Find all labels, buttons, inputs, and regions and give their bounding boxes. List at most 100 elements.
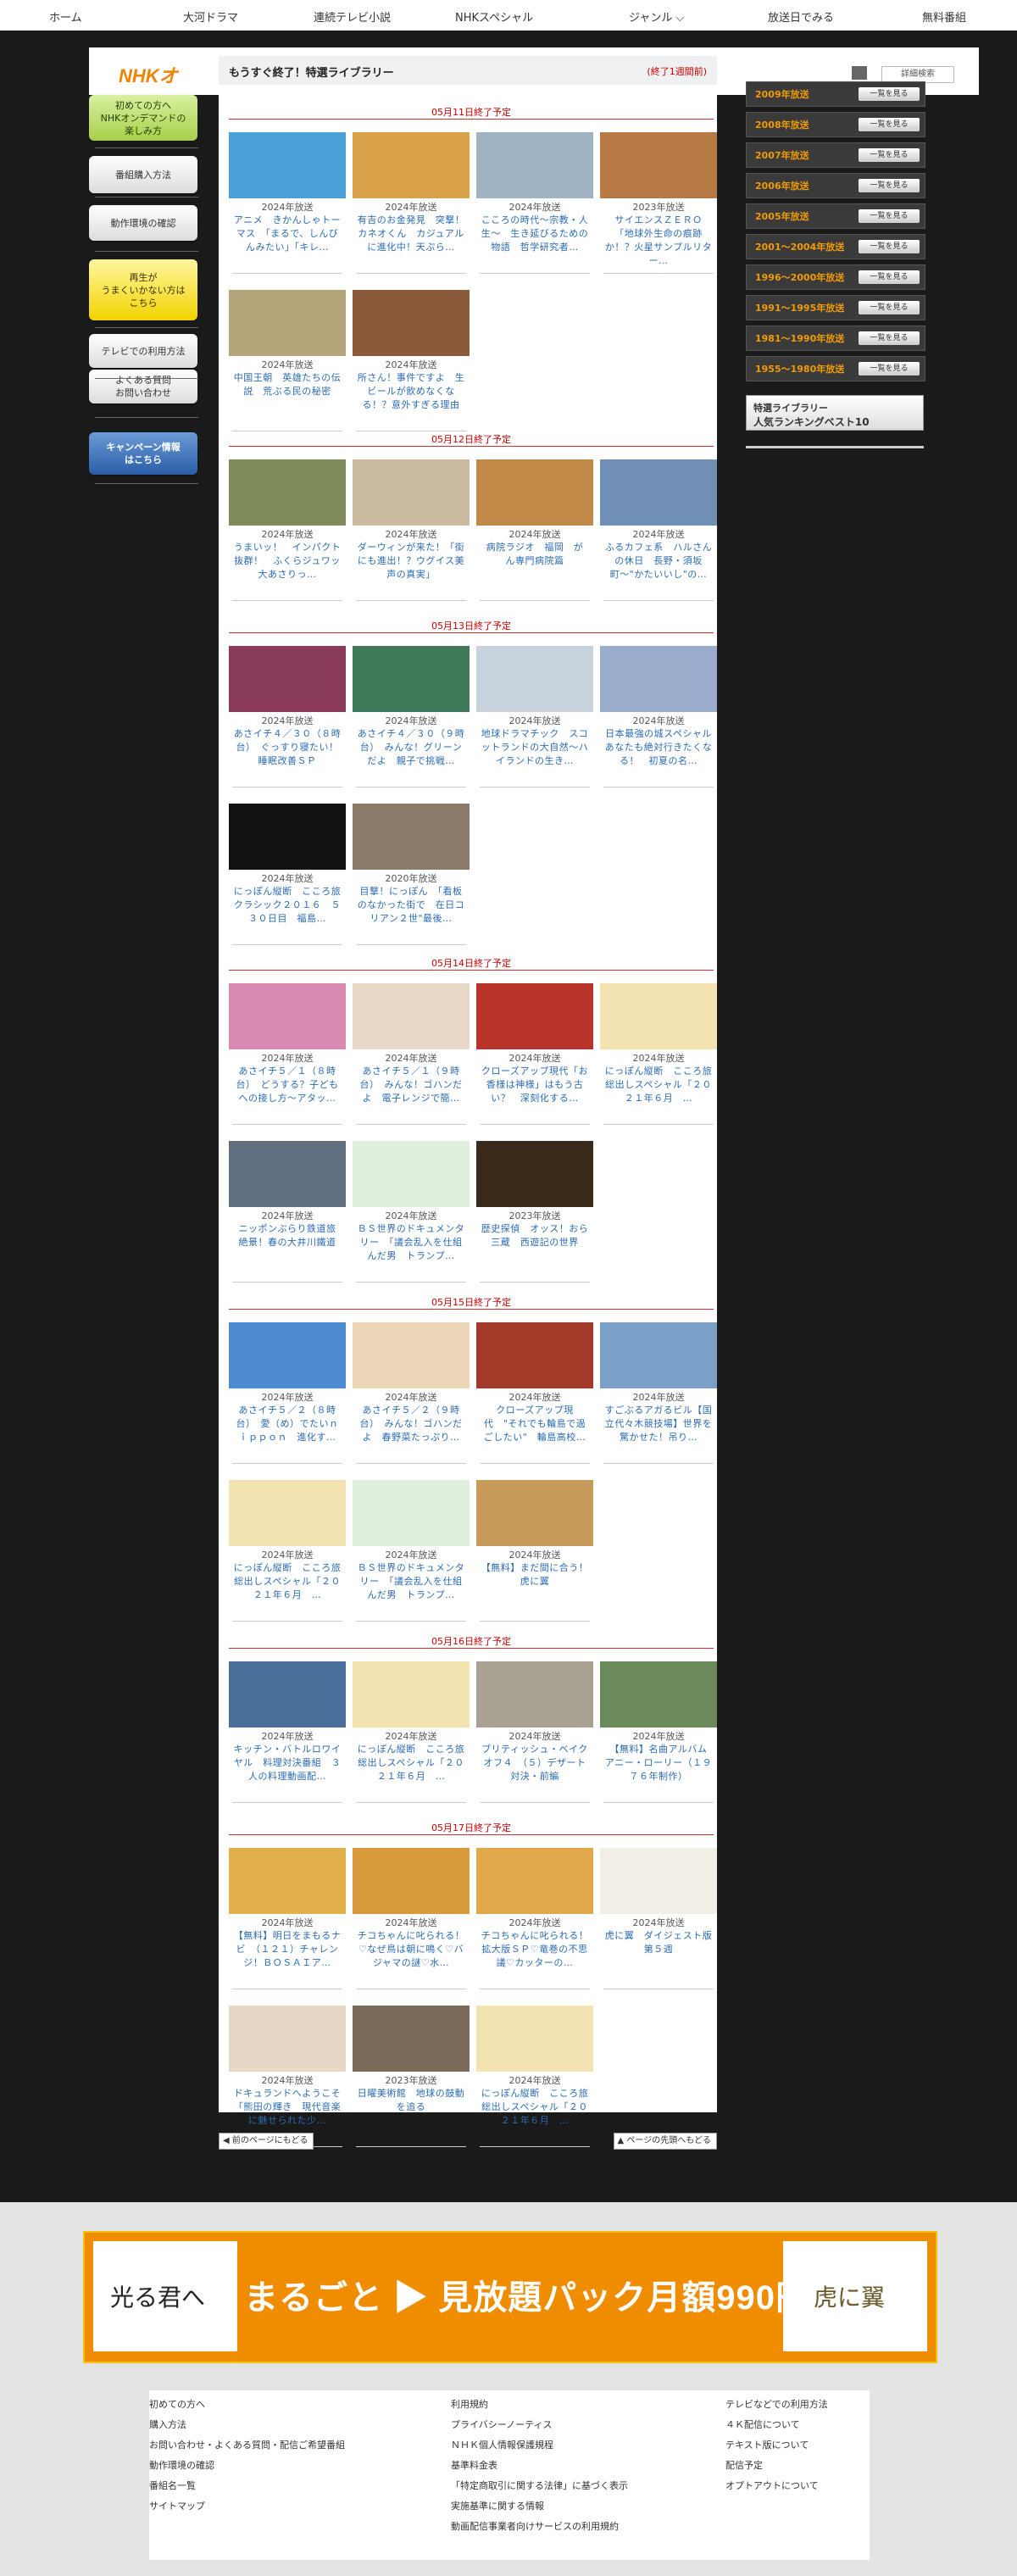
program-title-link[interactable]: ブリティッシュ・ベイクオフ４ （５）デザート対決・前編: [480, 1743, 590, 1783]
footer-link[interactable]: ＮＨＫ個人情報保護規程: [451, 2438, 553, 2451]
program-title-link[interactable]: すごぶるアガるビル【国立代々木競技場】世界を驚かせた！吊り…: [603, 1404, 714, 1444]
program-title-link[interactable]: チコちゃんに叱られる！ 拡大版ＳＰ♡竜巻の不思議♡カッターの…: [480, 1929, 598, 1970]
footer-link[interactable]: プライバシーノーティス: [451, 2417, 552, 2431]
nav-taiga[interactable]: 大河ドラマ: [183, 8, 238, 25]
program-thumbnail[interactable]: [229, 804, 346, 870]
program-title-link[interactable]: あさイチ４／３０（９時台） みんな！グリーンだよ 親子で挑戦…: [356, 727, 466, 768]
program-thumbnail[interactable]: [476, 646, 593, 712]
year-label[interactable]: 2007年放送: [755, 148, 809, 162]
program-title-link[interactable]: 日本最強の城スペシャル あなたも絶対行きたくなる！ 初夏の名…: [603, 727, 721, 768]
nav-free[interactable]: 無料番組: [922, 8, 966, 25]
year-label[interactable]: 2008年放送: [755, 118, 809, 131]
program-thumbnail[interactable]: [229, 132, 346, 198]
program-title-link[interactable]: あさイチ５／２（９時台） みんな！ゴハンだよ 春野菜たっぷり…: [356, 1404, 466, 1444]
program-thumbnail[interactable]: [229, 1661, 346, 1728]
program-thumbnail[interactable]: [600, 983, 717, 1049]
program-thumbnail[interactable]: [476, 1322, 593, 1388]
program-title-link[interactable]: クローズアップ現代「お香様は神様」はもう古い？ 深刻化する…: [480, 1065, 590, 1105]
program-thumbnail[interactable]: [229, 1141, 346, 1207]
program-thumbnail[interactable]: [229, 2006, 346, 2072]
program-thumbnail[interactable]: [353, 1661, 470, 1728]
nav-genre[interactable]: ジャンル ⌵: [629, 8, 684, 25]
program-title-link[interactable]: 【無料】名曲アルバム アニー・ローリー（１９７６年制作）: [603, 1743, 717, 1783]
footer-link[interactable]: テキスト版について: [725, 2438, 809, 2451]
program-thumbnail[interactable]: [229, 1480, 346, 1546]
program-thumbnail[interactable]: [476, 459, 593, 526]
program-title-link[interactable]: ふるカフェ系 ハルさんの休日 長野・須坂町〜"かたいいし"の…: [603, 541, 714, 581]
program-thumbnail[interactable]: [600, 1322, 717, 1388]
program-title-link[interactable]: 所さん！事件ですよ 生ビールが飲めなくなる！？意外すぎる理由: [356, 371, 466, 412]
program-thumbnail[interactable]: [353, 646, 470, 712]
footer-link[interactable]: 基準料金表: [451, 2458, 497, 2472]
view-list-button[interactable]: 一覧を見る: [859, 87, 920, 101]
program-title-link[interactable]: あさイチ５／１（８時台） どうする？子どもへの接し方〜アタッ…: [232, 1065, 342, 1105]
program-title-link[interactable]: チコちゃんに叱られる！ ♡なぜ鳥は朝に鳴く♡バジャマの謎♡水…: [356, 1929, 475, 1970]
nhk-logo[interactable]: NHKオ: [119, 61, 178, 88]
faq-button[interactable]: よくある質問 お問い合わせ: [89, 370, 197, 403]
ranking-banner[interactable]: 特選ライブラリー 人気ランキングベスト10: [746, 395, 924, 431]
footer-link[interactable]: サイトマップ: [149, 2499, 205, 2512]
program-title-link[interactable]: 地球ドラマチック スコットランドの大自然〜ハイランドの生き…: [480, 727, 590, 768]
program-title-link[interactable]: ＢＳ世界のドキュメンタリー 「議会乱入を仕組んだ男 トランプ…: [356, 1561, 466, 1602]
program-title-link[interactable]: ＢＳ世界のドキュメンタリー 「議会乱入を仕組んだ男 トランプ…: [356, 1222, 466, 1263]
view-list-button[interactable]: 一覧を見る: [859, 362, 920, 376]
footer-link[interactable]: お問い合わせ・よくある質問・配信ご希望番組: [149, 2438, 345, 2451]
view-list-button[interactable]: 一覧を見る: [859, 209, 920, 223]
footer-link[interactable]: ４Ｋ配信について: [725, 2417, 800, 2431]
tv-usage-button[interactable]: テレビでの利用方法: [89, 334, 197, 368]
program-thumbnail[interactable]: [353, 1322, 470, 1388]
program-thumbnail[interactable]: [600, 459, 717, 526]
program-title-link[interactable]: にっぽん縦断 こころ旅 総出しスペシャル「２０２１年６月 …: [603, 1065, 722, 1105]
program-title-link[interactable]: クローズアップ現代 "それでも輪島で過ごしたい" 輪島高校…: [480, 1404, 590, 1444]
program-thumbnail[interactable]: [476, 983, 593, 1049]
program-title-link[interactable]: 病院ラジオ 福岡 が ん専門病院篇: [480, 541, 593, 568]
program-thumbnail[interactable]: [353, 1480, 470, 1546]
view-list-button[interactable]: 一覧を見る: [859, 240, 920, 253]
program-title-link[interactable]: ドキュランドへようこそ 「熊田の輝き 現代音楽に魅せられた少…: [232, 2087, 351, 2128]
program-thumbnail[interactable]: [476, 2006, 593, 2072]
program-title-link[interactable]: 【無料】明日をまもるナビ （１２１）チャレンジ！ＢＯＳＡＩア…: [232, 1929, 342, 1970]
program-thumbnail[interactable]: [229, 459, 346, 526]
program-title-link[interactable]: にっぽん縦断 こころ旅 総出しスペシャル「２０２１年６月 …: [232, 1561, 351, 1602]
footer-link[interactable]: 番組名一覧: [149, 2479, 196, 2492]
program-title-link[interactable]: にっぽん縦断 こころ旅 総出しスペシャル「２０２１年６月 …: [480, 2087, 598, 2128]
program-title-link[interactable]: キッチン・バトルロワイヤル 料理対決番組 ３人の料理動画配…: [232, 1743, 342, 1783]
program-title-link[interactable]: こころの時代〜宗教・人生〜 生き延びるための物語 哲学研究者…: [480, 214, 590, 254]
program-thumbnail[interactable]: [476, 1480, 593, 1546]
program-thumbnail[interactable]: [229, 646, 346, 712]
program-title-link[interactable]: あさイチ５／１（９時台） みんな！ゴハンだよ 電子レンジで簡…: [356, 1065, 466, 1105]
nav-home[interactable]: ホーム: [49, 8, 82, 25]
footer-link[interactable]: 利用規約: [451, 2397, 488, 2411]
prev-page-button[interactable]: ◀ 前のページにもどる: [219, 2133, 314, 2150]
program-title-link[interactable]: アニメ きかんしゃトーマス 「まるで、しんびんみたい」「キレ…: [232, 214, 342, 254]
view-list-button[interactable]: 一覧を見る: [859, 270, 920, 284]
program-thumbnail[interactable]: [229, 983, 346, 1049]
program-thumbnail[interactable]: [600, 1661, 717, 1728]
program-title-link[interactable]: あさイチ４／３０（８時台） ぐっすり寝たい！睡眠改善ＳＰ: [232, 727, 342, 768]
nav-by-date[interactable]: 放送日でみる: [768, 8, 834, 25]
footer-link[interactable]: 動画配信事業者向けサービスの利用規約: [451, 2519, 619, 2533]
detail-search-button[interactable]: 詳細検索: [881, 66, 954, 83]
footer-link[interactable]: 配信予定: [725, 2458, 763, 2472]
program-title-link[interactable]: 日曜美術館 地球の鼓動を追る: [356, 2087, 466, 2114]
program-thumbnail[interactable]: [476, 1848, 593, 1914]
view-list-button[interactable]: 一覧を見る: [859, 179, 920, 192]
view-list-button[interactable]: 一覧を見る: [859, 301, 920, 314]
year-label[interactable]: 2009年放送: [755, 87, 809, 101]
program-thumbnail[interactable]: [353, 459, 470, 526]
program-title-link[interactable]: 中国王朝 英雄たちの伝説 荒ぶる民の秘密: [232, 371, 342, 398]
program-thumbnail[interactable]: [353, 290, 470, 356]
footer-link[interactable]: 「特定商取引に関する法律」に基づく表示: [451, 2479, 628, 2492]
program-thumbnail[interactable]: [229, 1322, 346, 1388]
program-title-link[interactable]: 有吉のお金発見 突撃！カネオくん カジュアルに進化中！天ぷら…: [356, 214, 466, 254]
program-title-link[interactable]: 虎に翼 ダイジェスト版 第５週: [603, 1929, 722, 1956]
program-thumbnail[interactable]: [353, 804, 470, 870]
back-to-top-button[interactable]: ▲ ページの先頭へもどる: [613, 2133, 717, 2150]
footer-link[interactable]: オプトアウトについて: [725, 2479, 819, 2492]
playback-help-button[interactable]: 再生が うまくいかない方は こちら: [89, 259, 197, 320]
nav-asadora[interactable]: 連続テレビ小説: [314, 8, 391, 25]
search-icon[interactable]: [852, 66, 867, 80]
purchase-method-button[interactable]: 番組購入方法: [89, 156, 197, 193]
program-thumbnail[interactable]: [353, 983, 470, 1049]
footer-link[interactable]: 購入方法: [149, 2417, 186, 2431]
